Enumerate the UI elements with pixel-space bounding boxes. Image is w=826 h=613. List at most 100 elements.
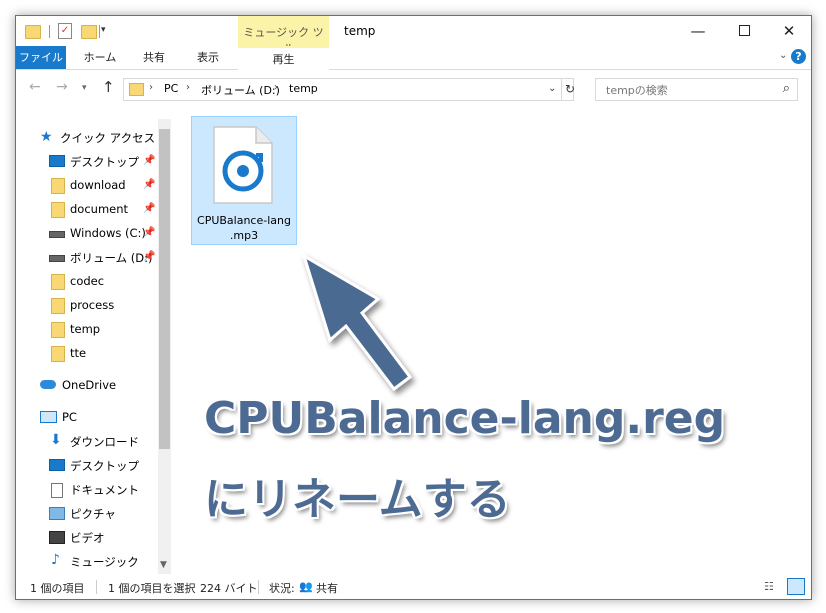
toolbar-divider (49, 25, 50, 38)
pin-icon[interactable]: 📌 (143, 251, 155, 262)
pin-icon[interactable]: 📌 (143, 155, 155, 166)
quick-access-folder-icon[interactable] (25, 25, 41, 39)
address-bar[interactable]: › PC › ボリューム (D:) › temp ⌄ ↻ (123, 78, 575, 101)
file-name-line1: CPUBalance-lang (197, 214, 291, 227)
maximize-icon (738, 25, 750, 36)
document-icon (51, 483, 63, 498)
nav-pc-pictures[interactable]: ピクチャ (16, 503, 171, 525)
tab-play[interactable]: 再生 (238, 46, 329, 71)
large-icons-view-icon[interactable] (787, 578, 805, 595)
nav-item-volume-d[interactable]: ボリューム (D:) 📌 (16, 247, 171, 269)
file-name-line2: .mp3 (229, 229, 259, 242)
recent-locations-icon[interactable]: ▾ (82, 83, 87, 93)
nav-item-temp[interactable]: temp (16, 319, 171, 341)
status-divider (258, 580, 259, 594)
breadcrumb-volume[interactable]: ボリューム (D:) (201, 82, 280, 98)
chevron-right-icon[interactable]: › (149, 82, 153, 93)
pin-icon[interactable]: 📌 (143, 179, 155, 190)
audio-file-icon (213, 126, 273, 204)
file-item-selected[interactable]: CPUBalance-lang .mp3 (191, 116, 297, 245)
tab-file[interactable]: ファイル (16, 46, 66, 69)
details-view-icon[interactable]: ☷ (764, 580, 780, 594)
help-icon[interactable]: ? (791, 49, 806, 64)
pin-icon[interactable]: 📌 (143, 227, 155, 238)
nav-onedrive[interactable]: OneDrive (16, 375, 171, 397)
new-folder-icon[interactable] (81, 25, 97, 39)
desktop-icon (49, 459, 65, 471)
nav-label: デスクトップ (70, 459, 139, 473)
annotation-arrow (301, 252, 413, 392)
window-title: temp (344, 24, 376, 38)
selected-count: 1 個の項目を選択 (108, 582, 196, 595)
breadcrumb-temp[interactable]: temp (289, 82, 318, 95)
tab-view[interactable]: 表示 (184, 46, 232, 69)
breadcrumb-pc[interactable]: PC (164, 82, 178, 95)
nav-pc-downloads[interactable]: ⬇ ダウンロード (16, 431, 171, 453)
scroll-down-icon[interactable]: ▼ (160, 560, 167, 570)
nav-pc-videos[interactable]: ビデオ (16, 527, 171, 549)
maximize-button[interactable] (721, 16, 767, 46)
chevron-right-icon[interactable]: › (274, 82, 278, 93)
nav-item-tte[interactable]: tte (16, 343, 171, 365)
nav-scrollbar[interactable]: ▼ (158, 119, 171, 574)
folder-icon (129, 83, 144, 96)
nav-item-document[interactable]: document 📌 (16, 199, 171, 221)
scrollbar-thumb[interactable] (159, 129, 170, 449)
nav-label: OneDrive (62, 378, 117, 392)
folder-icon (51, 274, 65, 290)
close-button[interactable]: ✕ (766, 16, 811, 46)
nav-pc-desktop[interactable]: デスクトップ (16, 455, 171, 477)
up-button[interactable]: ↑ (102, 78, 115, 96)
address-dropdown-icon[interactable]: ⌄ (548, 83, 556, 94)
nav-label: codec (70, 274, 105, 288)
folder-icon (51, 346, 65, 362)
download-icon: ⬇ (50, 432, 62, 448)
selected-size: 224 バイト (200, 582, 258, 595)
search-box[interactable]: tempの検索 ⌕ (595, 78, 798, 101)
nav-label: Windows (C:) (70, 226, 146, 240)
minimize-button[interactable]: — (675, 16, 721, 46)
video-icon (49, 531, 65, 544)
folder-icon (51, 178, 65, 194)
nav-label: PC (62, 410, 77, 424)
nav-label: デスクトップ (70, 155, 139, 169)
navigation-pane: ★ クイック アクセス デスクトップ 📌 download 📌 document… (16, 119, 171, 574)
forward-button[interactable]: → (56, 79, 68, 95)
nav-item-desktop[interactable]: デスクトップ 📌 (16, 151, 171, 173)
picture-icon (49, 507, 65, 520)
nav-label: ビデオ (70, 531, 105, 545)
nav-label: tte (70, 346, 87, 360)
cloud-icon (40, 380, 56, 389)
nav-item-windows-c[interactable]: Windows (C:) 📌 (16, 223, 171, 245)
nav-label: ダウンロード (70, 435, 139, 449)
nav-pc-music[interactable]: ♪ ミュージック (16, 551, 171, 573)
item-count: 1 個の項目 (30, 582, 85, 595)
annotation-text-line2: にリネームする (204, 474, 511, 525)
folder-icon (51, 322, 65, 338)
pin-icon[interactable]: 📌 (143, 203, 155, 214)
nav-label: ミュージック (70, 555, 139, 569)
status-divider (96, 580, 97, 594)
nav-quick-access[interactable]: ★ クイック アクセス (16, 127, 171, 149)
search-icon[interactable]: ⌕ (783, 81, 790, 96)
nav-item-download[interactable]: download 📌 (16, 175, 171, 197)
tab-home[interactable]: ホーム (74, 46, 126, 69)
nav-item-codec[interactable]: codec (16, 271, 171, 293)
refresh-button[interactable]: ↻ (561, 79, 578, 100)
ribbon-tabs: ファイル ホーム 共有 表示 再生 ⌄ ? (16, 46, 811, 71)
customize-dropdown-icon[interactable]: ▾ (101, 25, 106, 43)
title-bar: ✓ ▾ ミュージック ツール temp — ✕ (16, 16, 811, 55)
context-tab-header: ミュージック ツール (238, 16, 329, 55)
nav-pc-documents[interactable]: ドキュメント (16, 479, 171, 501)
nav-label: download (70, 178, 126, 192)
chevron-right-icon[interactable]: › (186, 82, 190, 93)
nav-pc[interactable]: PC (16, 407, 171, 429)
status-bar: 1 個の項目 1 個の項目を選択 224 バイト 状況: 👥 共有 ☷ (16, 575, 811, 599)
tab-share[interactable]: 共有 (130, 46, 178, 69)
folder-icon (51, 298, 65, 314)
nav-item-process[interactable]: process (16, 295, 171, 317)
computer-icon (40, 411, 57, 423)
back-button[interactable]: ← (29, 79, 41, 95)
expand-ribbon-icon[interactable]: ⌄ (779, 50, 787, 61)
properties-icon[interactable]: ✓ (58, 23, 72, 39)
